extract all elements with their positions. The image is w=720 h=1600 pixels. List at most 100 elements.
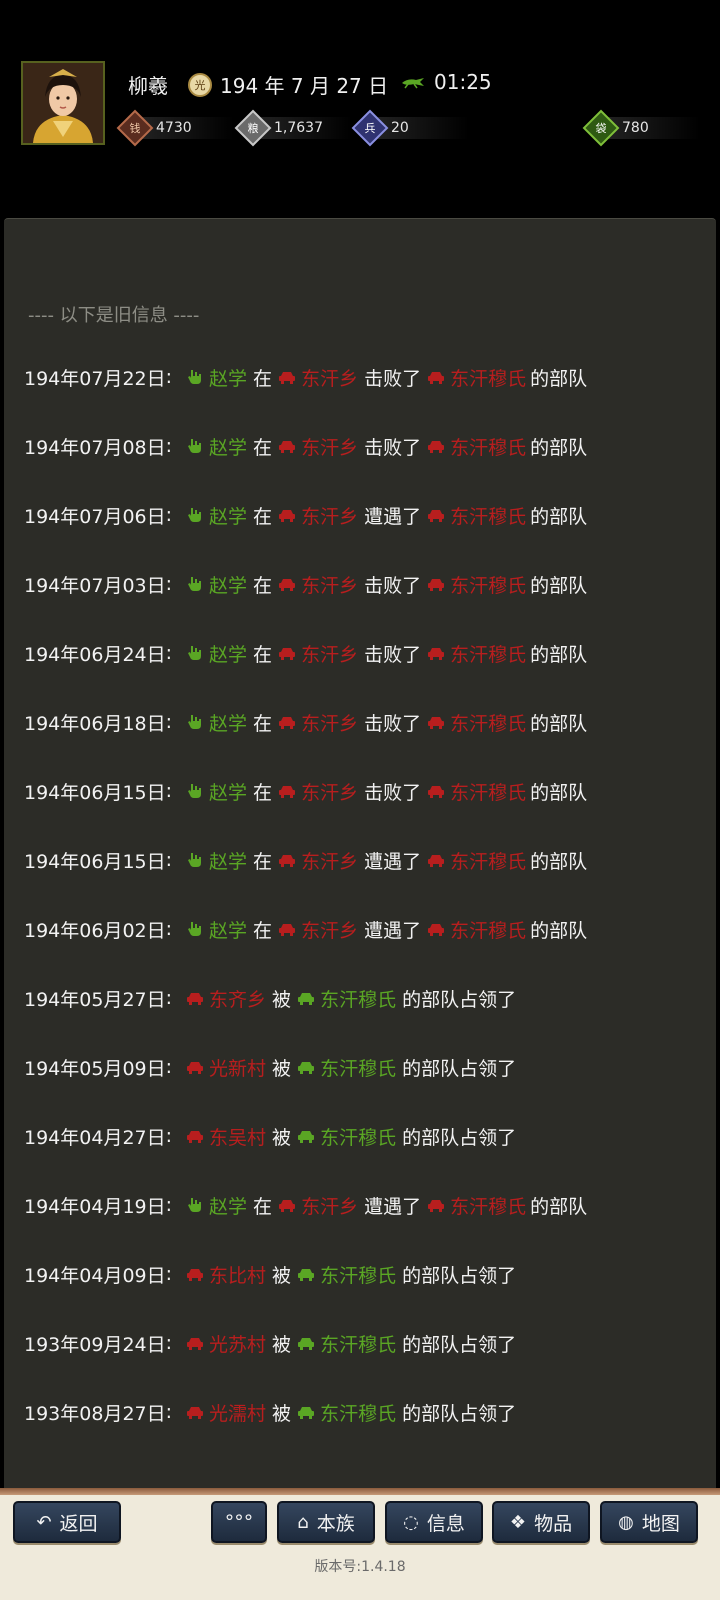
bottom-bar: ↶ 返回 °°° ⌂ 本族 ◌ 信息 ❖ 物品 ◍ 地图	[0, 1488, 720, 1600]
resource-grain[interactable]: 粮 1,7637	[234, 109, 352, 147]
soldier-value: 20	[391, 120, 409, 136]
enemy-clan-icon	[427, 369, 445, 385]
log-date-separator: :	[165, 1194, 173, 1216]
log-date-separator: :	[165, 1056, 173, 1078]
clan-name[interactable]: 东汗穆氏	[320, 1123, 396, 1150]
game-date: 光 194 年 7 月 27 日	[188, 70, 388, 99]
clan-name[interactable]: 东汗穆氏	[320, 1330, 396, 1357]
log-date-separator: :	[165, 1332, 173, 1354]
log-date-separator: :	[165, 711, 173, 733]
clan-name[interactable]: 东汗穆氏	[450, 640, 526, 667]
general-name[interactable]: 赵学	[209, 433, 247, 460]
log-date-separator: :	[165, 987, 173, 1009]
location-name[interactable]: 东汗乡	[301, 364, 358, 391]
general-name[interactable]: 赵学	[209, 916, 247, 943]
coin-value: 4730	[156, 120, 192, 136]
log-date: 194年07月08日	[24, 436, 166, 459]
clan-name[interactable]: 东汗穆氏	[450, 847, 526, 874]
location-name[interactable]: 东汗乡	[301, 433, 358, 460]
location-name[interactable]: 东齐乡	[209, 985, 266, 1012]
calendar-icon: 光	[188, 72, 212, 97]
clan-name[interactable]: 东汗穆氏	[320, 985, 396, 1012]
location-name[interactable]: 东汗乡	[301, 916, 358, 943]
log-word: 被	[272, 1126, 292, 1149]
clan-icon	[297, 990, 315, 1006]
back-button[interactable]: ↶ 返回	[13, 1501, 121, 1543]
general-hand-icon	[186, 783, 204, 799]
clan-name[interactable]: 东汗穆氏	[450, 778, 526, 805]
log-date: 194年06月18日	[24, 712, 166, 735]
clan-name[interactable]: 东汗穆氏	[450, 433, 526, 460]
clan-name[interactable]: 东汗穆氏	[320, 1054, 396, 1081]
log-word: 的部队	[530, 643, 588, 666]
general-name[interactable]: 赵学	[209, 502, 247, 529]
clan-name[interactable]: 东汗穆氏	[450, 364, 526, 391]
general-name[interactable]: 赵学	[209, 571, 247, 598]
location-name[interactable]: 东汗乡	[301, 778, 358, 805]
location-name[interactable]: 东汗乡	[301, 709, 358, 736]
clan-name[interactable]: 东汗穆氏	[450, 709, 526, 736]
grasshopper-icon	[400, 70, 426, 94]
soldier-icon: 兵	[351, 109, 389, 147]
avatar[interactable]	[21, 61, 105, 145]
enemy-location-icon	[278, 576, 296, 592]
location-name[interactable]: 东汗乡	[301, 847, 358, 874]
log-word: 在	[253, 919, 273, 942]
log-word: 在	[253, 643, 273, 666]
clan-name[interactable]: 东汗穆氏	[450, 502, 526, 529]
location-name[interactable]: 光新村	[209, 1054, 266, 1081]
general-hand-icon	[186, 438, 204, 454]
log-word: 击败了	[364, 643, 422, 666]
enemy-location-icon	[186, 1404, 204, 1420]
general-name[interactable]: 赵学	[209, 709, 247, 736]
location-name[interactable]: 东汗乡	[301, 502, 358, 529]
location-name[interactable]: 东比村	[209, 1261, 266, 1288]
general-name[interactable]: 赵学	[209, 364, 247, 391]
undo-arrow-icon: ↶	[36, 1511, 52, 1533]
log-entry: 194年07月08日: 赵学在 东汗乡 击败了 东汗穆氏 的部队	[24, 431, 593, 461]
info-button[interactable]: ◌ 信息	[385, 1501, 483, 1543]
log-word: 在	[253, 574, 273, 597]
log-date-separator: :	[165, 849, 173, 871]
location-name[interactable]: 光苏村	[209, 1330, 266, 1357]
log-entry: 194年04月19日: 赵学在 东汗乡 遭遇了 东汗穆氏 的部队	[24, 1190, 593, 1220]
enemy-clan-icon	[427, 714, 445, 730]
clan-name[interactable]: 东汗穆氏	[450, 1192, 526, 1219]
general-name[interactable]: 赵学	[209, 1192, 247, 1219]
general-hand-icon	[186, 1197, 204, 1213]
log-entry: 194年06月02日: 赵学在 东汗乡 遭遇了 东汗穆氏 的部队	[24, 914, 593, 944]
resource-soldiers[interactable]: 兵 20	[351, 109, 469, 147]
clan-name[interactable]: 东汗穆氏	[450, 571, 526, 598]
log-date-separator: :	[165, 504, 173, 526]
general-name[interactable]: 赵学	[209, 847, 247, 874]
clan-name[interactable]: 东汗穆氏	[320, 1399, 396, 1426]
more-button[interactable]: °°°	[211, 1501, 267, 1543]
location-name[interactable]: 东汗乡	[301, 640, 358, 667]
message-log-panel[interactable]: ---- 以下是旧信息 ---- 194年07月22日: 赵学在东汗乡 击败了 东汗穆…	[4, 218, 716, 1489]
location-name[interactable]: 光濡村	[209, 1399, 266, 1426]
map-globe-icon: ◍	[618, 1511, 634, 1533]
grain-value: 1,7637	[274, 120, 323, 136]
general-name[interactable]: 赵学	[209, 778, 247, 805]
log-entry: 194年06月15日: 赵学在 东汗乡 遭遇了 东汗穆氏 的部队	[24, 845, 593, 875]
location-name[interactable]: 东汗乡	[301, 571, 358, 598]
location-name[interactable]: 东吴村	[209, 1123, 266, 1150]
clan-button[interactable]: ⌂ 本族	[277, 1501, 375, 1543]
log-entry: 193年09月24日: 光苏村被 东汗穆氏 的部队占领了	[24, 1328, 522, 1358]
clan-name[interactable]: 东汗穆氏	[450, 916, 526, 943]
log-date: 194年07月22日	[24, 367, 166, 390]
map-button[interactable]: ◍ 地图	[600, 1501, 698, 1543]
log-entry: 194年07月03日: 赵学在 东汗乡 击败了 东汗穆氏 的部队	[24, 569, 593, 599]
items-button[interactable]: ❖ 物品	[492, 1501, 590, 1543]
log-word: 的部队	[530, 781, 588, 804]
log-date: 194年07月06日	[24, 505, 166, 528]
clan-icon	[297, 1404, 315, 1420]
log-date-separator: :	[165, 780, 173, 802]
resource-money[interactable]: 袋 780	[582, 109, 700, 147]
general-name[interactable]: 赵学	[209, 640, 247, 667]
location-name[interactable]: 东汗乡	[301, 1192, 358, 1219]
log-word: 的部队	[530, 850, 588, 873]
resource-coin[interactable]: 钱 4730	[116, 109, 234, 147]
log-date: 193年09月24日	[24, 1333, 166, 1356]
clan-name[interactable]: 东汗穆氏	[320, 1261, 396, 1288]
